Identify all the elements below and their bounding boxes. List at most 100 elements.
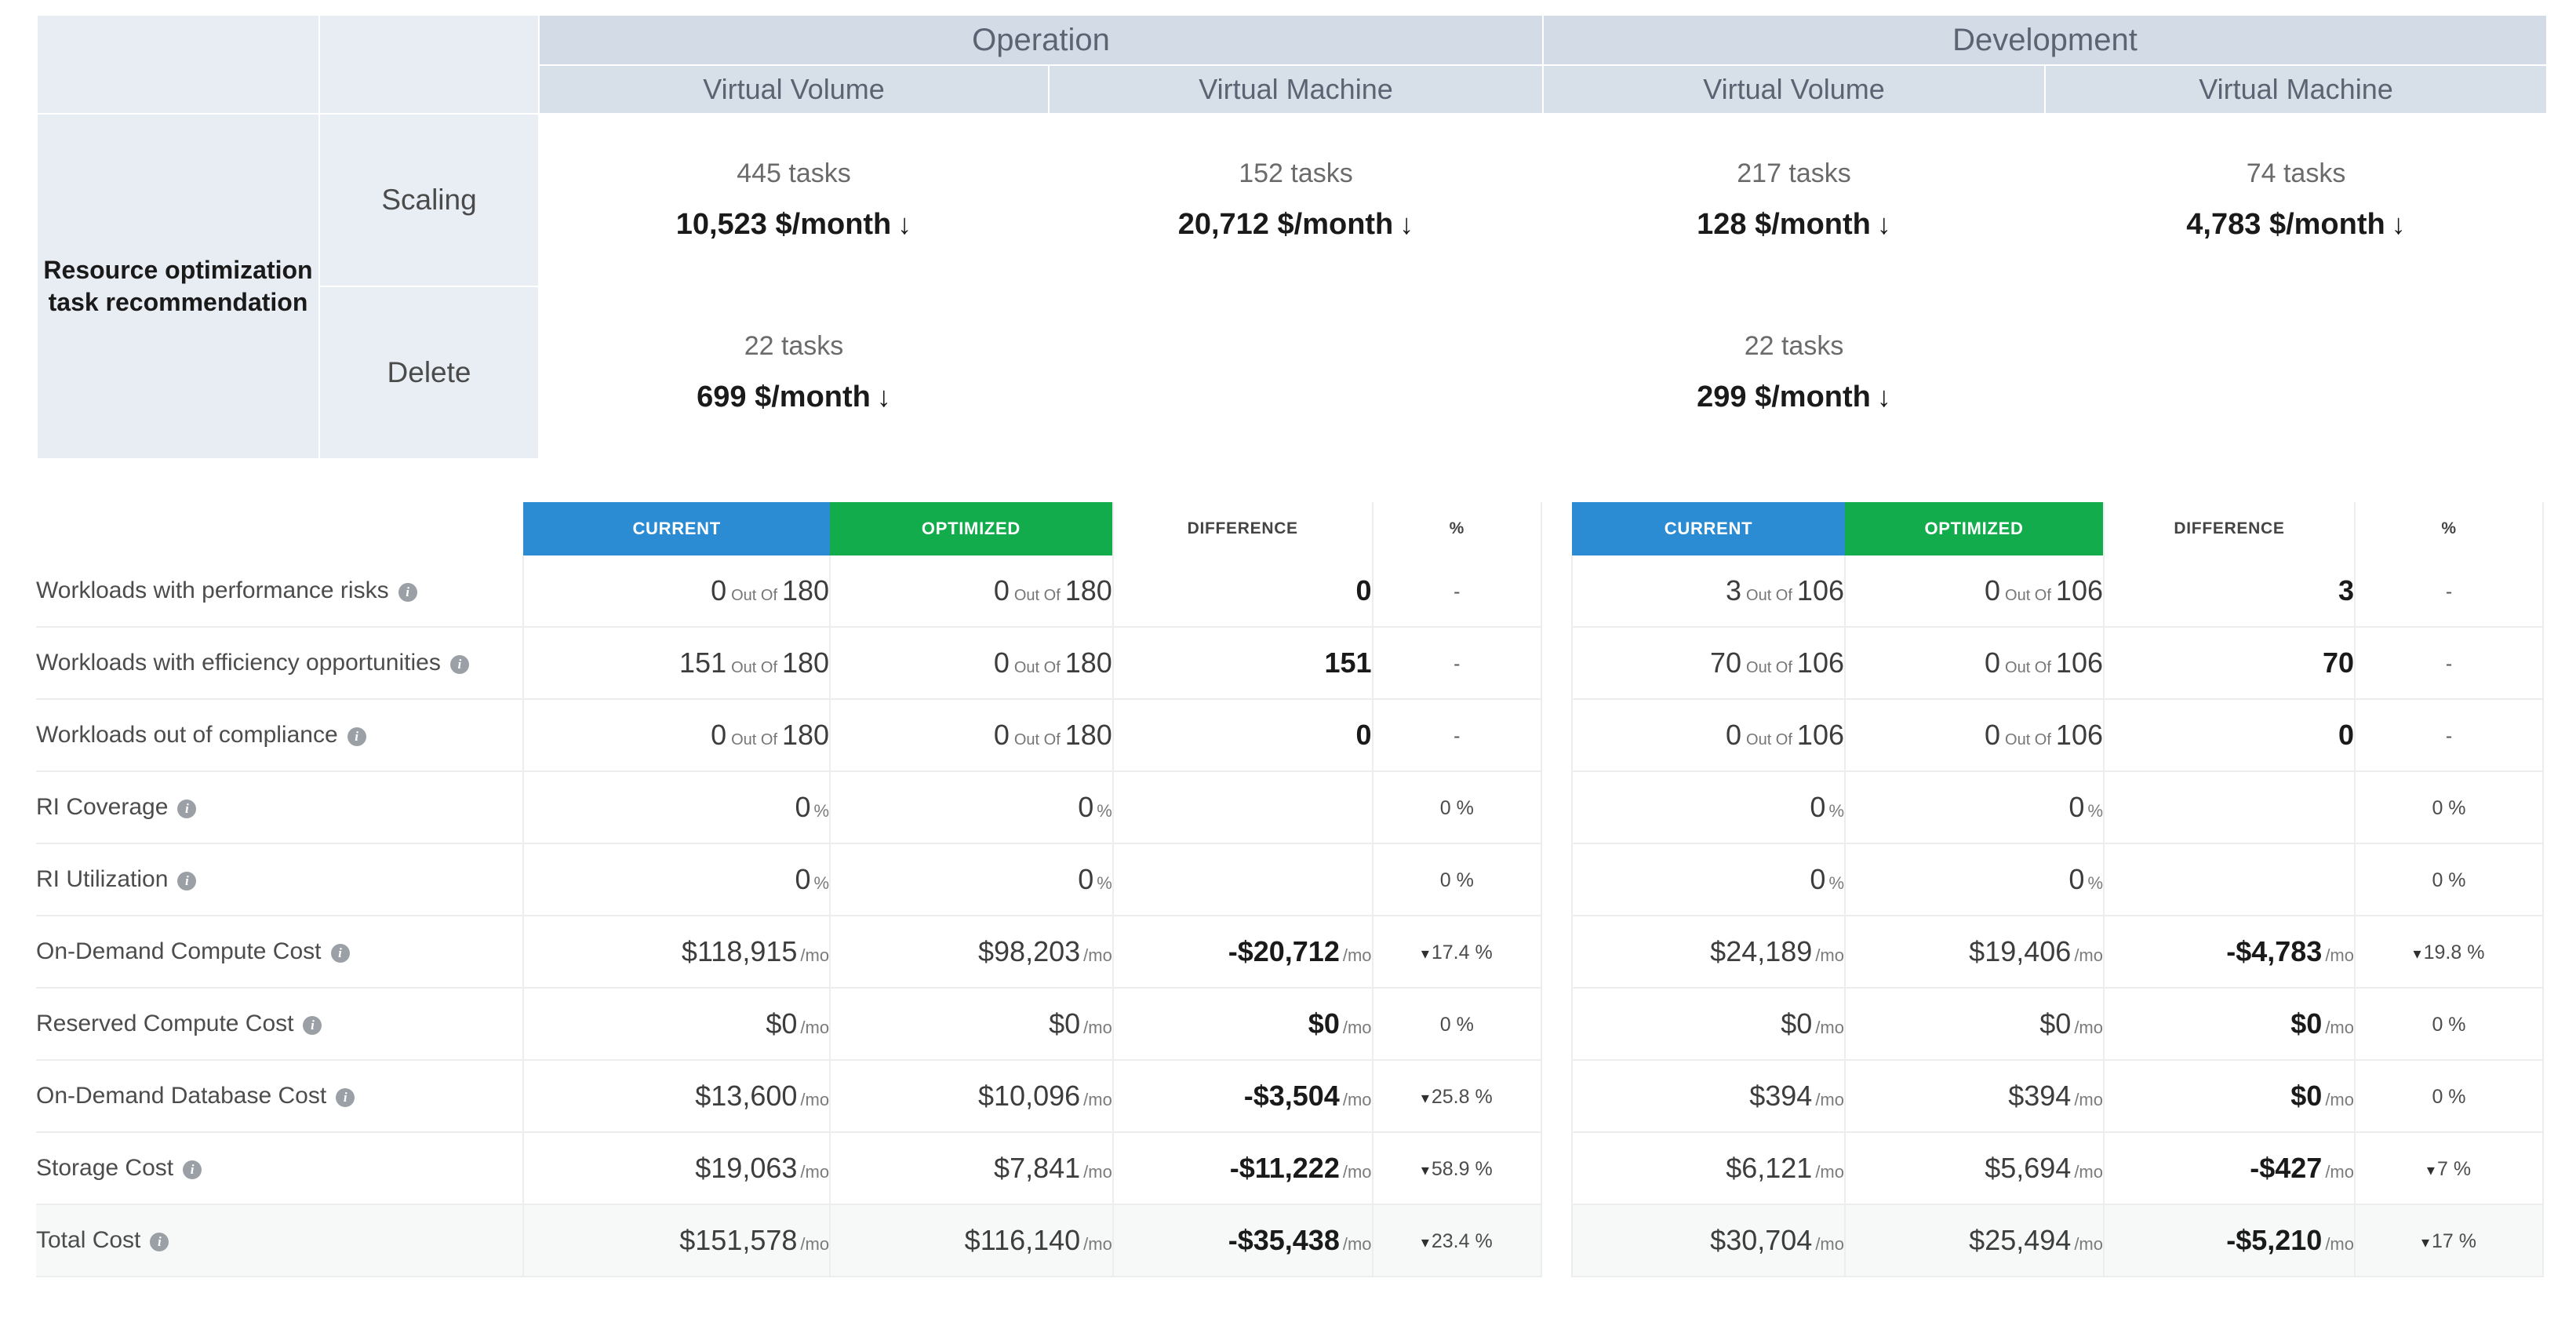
cell-current: $19,063/mo <box>522 1132 831 1205</box>
savings-amount: 299 $/month ↓ <box>1544 381 2044 414</box>
cell-current: $30,704/mo <box>1571 1204 1846 1277</box>
metric-label-text: Storage Cost <box>36 1155 174 1181</box>
row-label-delete: Delete <box>318 286 540 460</box>
metric-label-text: On-Demand Database Cost <box>36 1083 327 1109</box>
column-header-current[interactable]: CURRENT <box>1572 502 1845 555</box>
column-header-percent[interactable]: % <box>1371 502 1543 555</box>
column-header-optimized[interactable]: OPTIMIZED <box>830 502 1113 555</box>
task-count: 217 tasks <box>1737 158 1851 188</box>
cell-optimized: $10,096/mo <box>829 1060 1114 1133</box>
table-row: 3 Out Of 106 0 Out Of 106 3- <box>1571 555 2544 628</box>
column-header-difference[interactable]: DIFFERENCE <box>2103 502 2356 555</box>
table-row: Storage Cost i $19,063/mo $7,841/mo -$11,222… <box>36 1132 1543 1205</box>
table-row: 0 Out Of 106 0 Out Of 106 0- <box>1571 699 2544 772</box>
cell-current: 70 Out Of 106 <box>1571 627 1846 700</box>
table-row: $0/mo $0/mo $0/mo 0 % <box>1571 988 2544 1061</box>
cell-optimized: 0 Out Of 106 <box>1844 627 2105 700</box>
cell-percent: 0 % <box>2354 1060 2544 1133</box>
subheader-development-virtual-volume: Virtual Volume <box>1542 64 2047 115</box>
info-icon[interactable]: i <box>150 1233 169 1251</box>
task-count: 445 tasks <box>737 158 851 188</box>
cell-percent: ▾ 23.4 % <box>1371 1204 1543 1277</box>
cell-current: $0/mo <box>1571 988 1846 1061</box>
row-header-resource-optimization: Resource optimization task recommendatio… <box>36 113 320 460</box>
cell-optimized: 0% <box>1844 843 2105 916</box>
info-icon[interactable]: i <box>398 583 417 602</box>
table-row: 0% 0% 0 % <box>1571 771 2544 844</box>
cell-optimized: $116,140/mo <box>829 1204 1114 1277</box>
cell-difference <box>1112 843 1374 916</box>
delete-operation-virtual-machine-cell <box>1047 286 1545 460</box>
cell-current: $24,189/mo <box>1571 916 1846 989</box>
delete-operation-virtual-volume-cell: 22 tasks 699 $/month ↓ <box>538 286 1050 460</box>
comparison-tables-container: CURRENT OPTIMIZED DIFFERENCE % Workloads… <box>36 502 2546 1277</box>
development-comparison-table: CURRENT OPTIMIZED DIFFERENCE % 3 Out Of 10… <box>1571 502 2544 1277</box>
info-icon[interactable]: i <box>330 944 350 963</box>
cell-difference: 0 <box>1112 555 1374 628</box>
savings-value: 299 $/month <box>1697 381 1871 413</box>
cell-difference: 0 <box>2103 699 2356 772</box>
cell-percent: 0 % <box>2354 771 2544 844</box>
cell-percent: 0 % <box>2354 988 2544 1061</box>
table-row: 70 Out Of 106 0 Out Of 106 70- <box>1571 627 2544 700</box>
task-count: 74 tasks <box>2246 158 2346 188</box>
arrow-down-icon: ↓ <box>876 381 891 413</box>
column-header-percent[interactable]: % <box>2354 502 2544 555</box>
cell-percent: 0 % <box>1371 843 1543 916</box>
cell-percent: 0 % <box>1371 771 1543 844</box>
metric-label: Workloads with performance risks i <box>36 555 524 628</box>
info-icon[interactable]: i <box>183 1160 202 1179</box>
cell-optimized: $0/mo <box>1844 988 2105 1061</box>
metric-label: On-Demand Database Cost i <box>36 1060 524 1133</box>
metric-label: RI Coverage i <box>36 771 524 844</box>
savings-value: 699 $/month <box>697 381 871 413</box>
metric-label: On-Demand Compute Cost i <box>36 916 524 989</box>
cell-optimized: 0 Out Of 180 <box>829 627 1114 700</box>
cell-difference: 3 <box>2103 555 2356 628</box>
metric-label-text: RI Coverage <box>36 794 169 820</box>
info-icon[interactable]: i <box>347 727 366 746</box>
info-icon[interactable]: i <box>336 1088 355 1107</box>
arrow-down-icon: ↓ <box>1876 208 1891 240</box>
scaling-development-virtual-volume-cell: 217 tasks 128 $/month ↓ <box>1542 113 2047 287</box>
cell-current: $118,915/mo <box>522 916 831 989</box>
cell-current: 0 Out Of 106 <box>1571 699 1846 772</box>
cell-current: $0/mo <box>522 988 831 1061</box>
cell-optimized: 0 Out Of 180 <box>829 699 1114 772</box>
scaling-development-virtual-machine-cell: 74 tasks 4,783 $/month ↓ <box>2044 113 2549 287</box>
info-icon[interactable]: i <box>177 872 197 891</box>
cell-current: 0% <box>1571 771 1846 844</box>
task-count: 22 tasks <box>1744 331 1844 361</box>
resource-optimization-summary-table: Operation Development Virtual Volume Vir… <box>36 14 2549 460</box>
column-header-difference[interactable]: DIFFERENCE <box>1112 502 1374 555</box>
cell-current: $151,578/mo <box>522 1204 831 1277</box>
top-table-corner-blank-b <box>318 14 540 115</box>
group-header-development: Development <box>1542 14 2549 66</box>
cell-difference <box>1112 771 1374 844</box>
cell-percent: ▾ 17 % <box>2354 1204 2544 1277</box>
column-header-current[interactable]: CURRENT <box>523 502 831 555</box>
table-row: Workloads with efficiency opportunities i… <box>36 627 1543 700</box>
cell-optimized: $7,841/mo <box>829 1132 1114 1205</box>
cell-difference: -$20,712/mo <box>1112 916 1374 989</box>
column-header-optimized[interactable]: OPTIMIZED <box>1845 502 2104 555</box>
cell-optimized: $5,694/mo <box>1844 1132 2105 1205</box>
scaling-operation-virtual-machine-cell: 152 tasks 20,712 $/month ↓ <box>1047 113 1545 287</box>
info-icon[interactable]: i <box>303 1016 322 1035</box>
savings-value: 128 $/month <box>1697 208 1871 241</box>
info-icon[interactable]: i <box>177 799 197 818</box>
table-row: $30,704/mo $25,494/mo -$5,210/mo ▾ 17 % <box>1571 1204 2544 1277</box>
subheader-development-virtual-machine: Virtual Machine <box>2044 64 2549 115</box>
cell-percent: 0 % <box>2354 843 2544 916</box>
metric-label: Total Cost i <box>36 1204 524 1277</box>
cell-optimized: $25,494/mo <box>1844 1204 2105 1277</box>
info-icon[interactable]: i <box>449 655 469 674</box>
cell-current: 0% <box>522 771 831 844</box>
cell-percent: - <box>1371 699 1543 772</box>
savings-amount: 20,712 $/month ↓ <box>1050 208 1542 242</box>
cell-current: $13,600/mo <box>522 1060 831 1133</box>
top-table-corner-blank-a <box>36 14 320 115</box>
cell-current: $6,121/mo <box>1571 1132 1846 1205</box>
metric-label-text: Workloads out of compliance <box>36 722 338 748</box>
top-table-row-delete: Delete 22 tasks 699 $/month ↓ 22 tasks 29… <box>37 286 2549 460</box>
